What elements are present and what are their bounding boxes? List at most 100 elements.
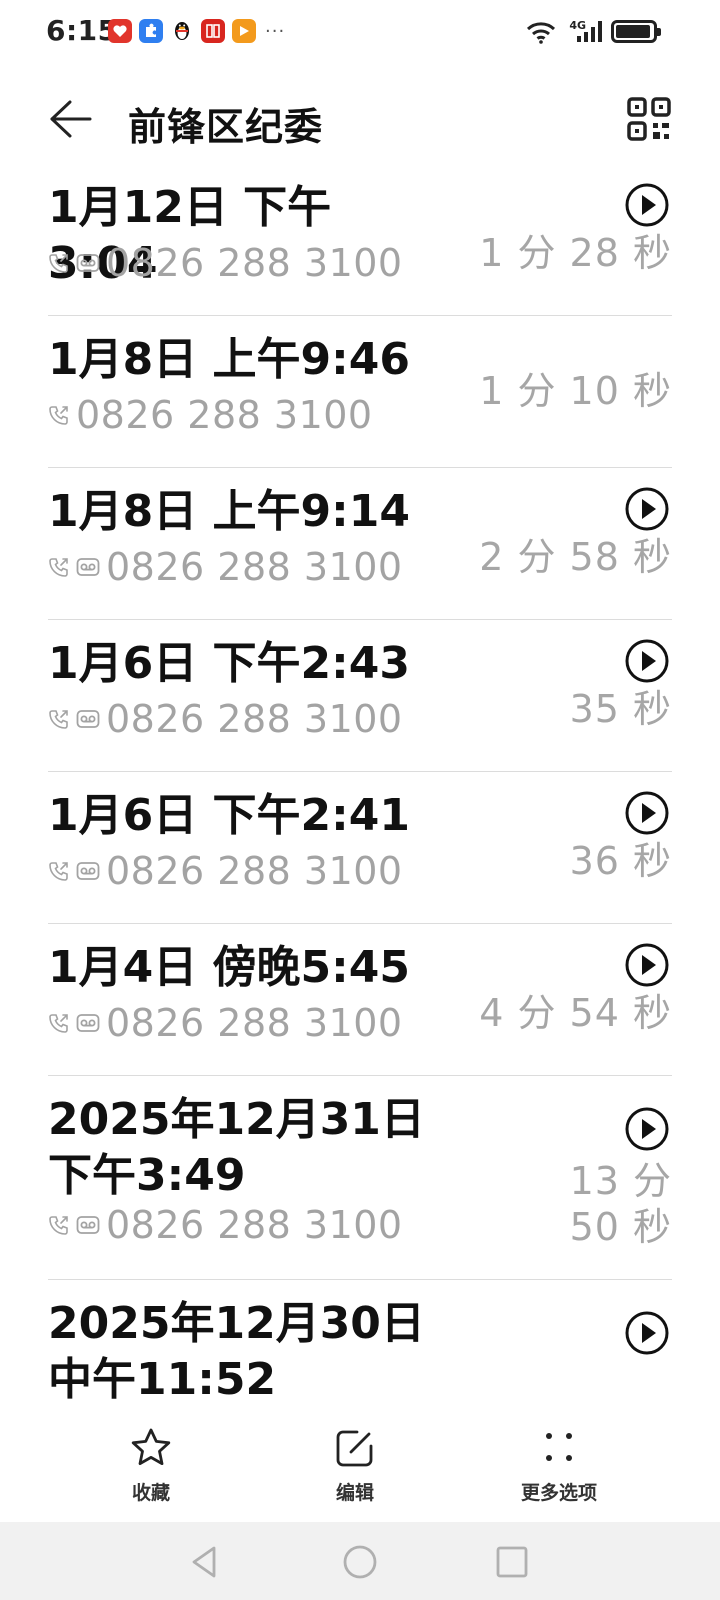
call-phone-number: 0826 288 3100 <box>76 393 373 437</box>
news-app-icon <box>201 19 225 43</box>
play-recording-button[interactable] <box>624 638 670 684</box>
play-icon <box>625 1107 669 1151</box>
call-history-row[interactable]: 1月4日 傍晚5:45 0826 288 3100 4 分 54 秒 <box>48 924 672 1076</box>
status-time: 6:15 <box>46 14 118 47</box>
more-notifications-icon: ··· <box>265 20 286 42</box>
call-phone-number: 0826 288 3100 <box>106 1001 403 1045</box>
page-title: 前锋区纪委 <box>128 105 324 149</box>
call-datetime: 1月6日 下午2:43 <box>48 638 410 689</box>
nav-back-icon <box>192 1546 216 1578</box>
wifi-icon <box>526 22 556 44</box>
call-phone-number: 0826 288 3100 <box>106 697 403 741</box>
outgoing-call-icon <box>49 1216 68 1235</box>
call-duration: 1 分 28 秒 <box>479 231 672 275</box>
health-app-icon <box>108 19 132 43</box>
nav-home-button[interactable] <box>340 1542 380 1582</box>
call-datetime: 1月8日 上午9:14 <box>48 486 410 537</box>
recording-icon <box>76 862 100 880</box>
more-dots-icon <box>546 1433 572 1461</box>
recording-icon <box>76 710 100 728</box>
call-duration: 1 分 10 秒 <box>479 369 672 413</box>
system-nav-bar <box>0 1522 720 1600</box>
call-number-line: 0826 288 3100 <box>48 1000 403 1046</box>
call-history-row[interactable]: 1月12日 下午3:04 0826 288 3100 1 分 28 秒 <box>48 164 672 316</box>
status-bar: 6:15 ··· 4G <box>0 0 720 64</box>
outgoing-call-icon <box>49 406 68 425</box>
call-number-line: 0826 288 3100 <box>48 848 403 894</box>
nav-back-button[interactable] <box>186 1542 226 1582</box>
call-duration: 2 分 58 秒 <box>479 535 672 579</box>
back-button[interactable] <box>46 96 96 142</box>
recording-icon <box>76 254 100 272</box>
call-history-row[interactable]: 1月8日 上午9:46 0826 288 3100 1 分 10 秒 <box>48 316 672 468</box>
call-history-row[interactable]: 2025年12月30日 中午11:52 <box>48 1280 672 1408</box>
call-phone-number: 0826 288 3100 <box>106 849 403 893</box>
nav-home-icon <box>343 1545 377 1579</box>
call-duration: 35 秒 <box>569 687 672 731</box>
star-icon <box>131 1428 171 1465</box>
edit-icon <box>336 1430 373 1467</box>
play-icon <box>625 487 669 531</box>
qq-penguin-icon <box>170 19 194 43</box>
notification-icons: ··· <box>108 19 285 43</box>
call-datetime: 1月4日 傍晚5:45 <box>48 942 410 993</box>
call-duration: 36 秒 <box>569 839 672 883</box>
call-phone-number: 0826 288 3100 <box>106 241 403 285</box>
call-number-line: 0826 288 3100 <box>48 240 403 286</box>
play-recording-button[interactable] <box>624 942 670 988</box>
call-phone-number: 0826 288 3100 <box>106 1203 403 1247</box>
recording-icon <box>76 1014 100 1032</box>
favorite-label: 收藏 <box>131 1482 170 1504</box>
call-number-line: 0826 288 3100 <box>48 392 373 438</box>
call-datetime: 1月8日 上午9:46 <box>48 334 410 385</box>
battery-icon <box>611 20 661 43</box>
play-recording-button[interactable] <box>624 182 670 228</box>
battery-level <box>616 25 650 38</box>
qr-code-icon <box>627 97 671 141</box>
outgoing-call-icon <box>49 254 68 273</box>
nav-recents-button[interactable] <box>492 1542 532 1582</box>
call-history-row[interactable]: 1月6日 下午2:43 0826 288 3100 35 秒 <box>48 620 672 772</box>
outgoing-call-icon <box>49 1014 68 1033</box>
call-number-line: 0826 288 3100 <box>48 544 403 590</box>
edit-label: 编辑 <box>335 1482 374 1504</box>
recording-icon <box>76 558 100 576</box>
play-icon <box>625 1311 669 1355</box>
outgoing-call-icon <box>49 862 68 881</box>
call-datetime: 2025年12月30日 中午11:52 <box>48 1298 425 1405</box>
puzzle-app-icon <box>139 19 163 43</box>
play-recording-button[interactable] <box>624 790 670 836</box>
call-history-row[interactable]: 1月8日 上午9:14 0826 288 3100 2 分 58 秒 <box>48 468 672 620</box>
call-duration: 4 分 54 秒 <box>479 991 672 1035</box>
more-options-button[interactable]: 更多选项 <box>494 1426 624 1516</box>
edit-button[interactable]: 编辑 <box>290 1426 420 1516</box>
outgoing-call-icon <box>49 558 68 577</box>
play-icon <box>625 183 669 227</box>
play-recording-button[interactable] <box>624 486 670 532</box>
play-icon <box>625 791 669 835</box>
outgoing-call-icon <box>49 710 68 729</box>
app-header: 前锋区纪委 <box>0 86 720 156</box>
favorite-button[interactable]: 收藏 <box>86 1426 216 1516</box>
back-arrow-icon <box>50 100 92 138</box>
play-recording-button[interactable] <box>624 1106 670 1152</box>
call-history-row[interactable]: 1月6日 下午2:41 0826 288 3100 36 秒 <box>48 772 672 924</box>
call-number-line: 0826 288 3100 <box>48 1202 403 1248</box>
nav-recents-icon <box>496 1546 528 1578</box>
call-history-row[interactable]: 2025年12月31日 下午3:49 0826 288 3100 13 分 50 秒 <box>48 1076 672 1280</box>
call-duration: 13 分 50 秒 <box>569 1159 672 1249</box>
call-history-list[interactable]: 1月12日 下午3:04 0826 288 3100 1 分 28 秒 1月8日 上午… <box>0 164 720 1408</box>
more-options-label: 更多选项 <box>520 1482 597 1504</box>
qr-code-button[interactable] <box>626 96 672 142</box>
play-icon <box>625 639 669 683</box>
recording-icon <box>76 1216 100 1234</box>
call-datetime: 1月6日 下午2:41 <box>48 790 410 841</box>
play-recording-button[interactable] <box>624 1310 670 1356</box>
call-phone-number: 0826 288 3100 <box>106 545 403 589</box>
signal-icon <box>577 21 602 42</box>
call-number-line: 0826 288 3100 <box>48 696 403 742</box>
bottom-toolbar: 收藏 编辑 更多选项 <box>0 1408 720 1522</box>
call-datetime: 2025年12月31日 下午3:49 <box>48 1094 425 1201</box>
video-app-icon <box>232 19 256 43</box>
play-icon <box>625 943 669 987</box>
